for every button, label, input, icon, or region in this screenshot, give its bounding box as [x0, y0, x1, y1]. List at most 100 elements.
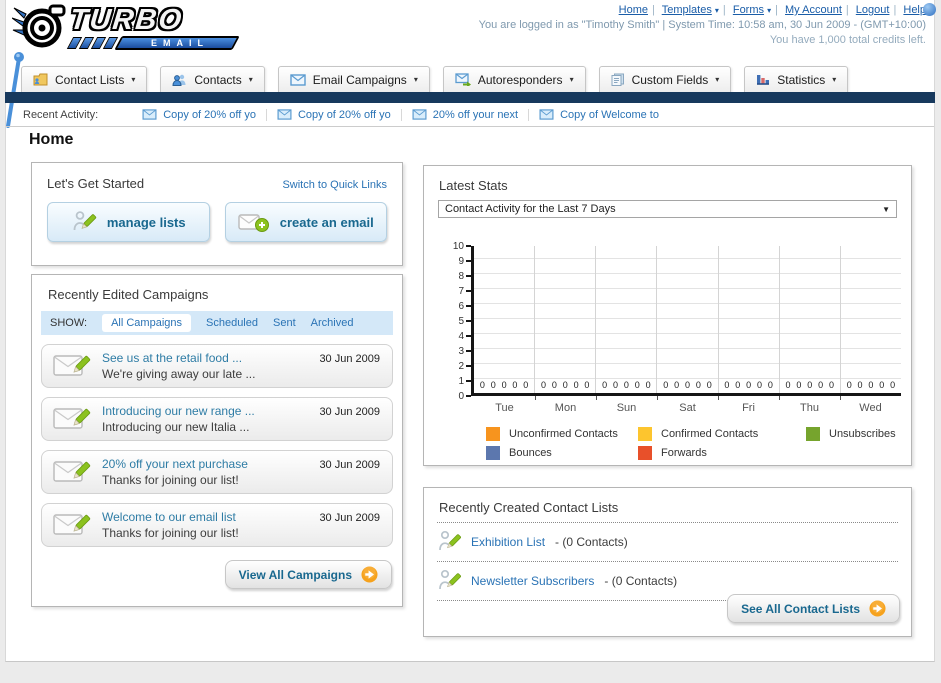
bar-value: 0	[828, 380, 834, 390]
bar-value: 0	[846, 380, 852, 390]
campaign-list-item[interactable]: See us at the retail food ... We're givi…	[41, 344, 393, 388]
nav-accent-bar	[5, 92, 935, 103]
y-axis-tick: 6	[438, 300, 471, 312]
app-logo[interactable]: TURBO EMAIL	[12, 4, 242, 58]
nav-tab-contact-lists[interactable]: Contact Lists ▾	[21, 66, 148, 93]
bar-value: 0	[501, 380, 507, 390]
campaign-list-item[interactable]: 20% off your next purchase Thanks for jo…	[41, 450, 393, 494]
nav-tab-statistics[interactable]: Statistics ▾	[744, 66, 849, 93]
link-templates[interactable]: Templates	[662, 4, 712, 16]
bar-value: 0	[540, 380, 546, 390]
tab-scheduled[interactable]: Scheduled	[206, 317, 258, 329]
bar-value: 0	[674, 380, 680, 390]
nav-tab-label: Custom Fields	[631, 72, 709, 87]
x-axis-tick	[596, 396, 597, 400]
campaign-date: 30 Jun 2009	[319, 512, 380, 524]
campaign-date: 30 Jun 2009	[319, 459, 380, 471]
recent-activity-item[interactable]: Copy of Welcome to	[528, 108, 669, 121]
bar-value: 0	[623, 380, 629, 390]
bar-value: 0	[573, 380, 579, 390]
manage-lists-button[interactable]: manage lists	[47, 202, 210, 242]
legend-swatch	[486, 427, 500, 441]
nav-tab-autoresponders[interactable]: Autoresponders ▾	[442, 66, 586, 93]
nav-tab-custom-fields[interactable]: Custom Fields ▾	[598, 66, 732, 93]
link-logout[interactable]: Logout	[856, 4, 890, 16]
bar-value-labels: 00000	[535, 380, 595, 390]
nav-tab-label: Contact Lists	[55, 72, 125, 87]
create-email-button[interactable]: create an email	[224, 202, 387, 242]
nav-tab-contacts[interactable]: Contacts ▾	[160, 66, 265, 93]
campaign-date: 30 Jun 2009	[319, 406, 380, 418]
contact-list-name[interactable]: Newsletter Subscribers	[471, 574, 594, 588]
link-my-account[interactable]: My Account	[785, 4, 842, 16]
link-separator: |	[775, 4, 778, 16]
stats-period-select[interactable]: Contact Activity for the Last 7 Days ▼	[438, 200, 897, 218]
envelope-pencil-icon	[53, 355, 91, 376]
chart-x-labels: Tue Mon Sun Sat Fri Thu Wed	[474, 402, 901, 414]
campaign-list-item[interactable]: Introducing our new range ... Introducin…	[41, 397, 393, 441]
bar-value: 0	[551, 380, 557, 390]
main-nav: Contact Lists ▾ Contacts ▾ Email Campaig…	[21, 66, 849, 93]
campaign-title[interactable]: Introducing our new range ...	[102, 403, 255, 419]
login-status-text: You are logged in as "Timothy Smith" | S…	[478, 19, 926, 31]
x-axis-label: Sun	[616, 402, 637, 414]
link-home[interactable]: Home	[619, 4, 648, 16]
person-pencil-icon	[73, 211, 97, 231]
x-axis-label: Mon	[554, 402, 577, 414]
legend-label: Bounces	[509, 447, 552, 459]
bar-value: 0	[857, 380, 863, 390]
bar-value: 0	[724, 380, 730, 390]
nav-tab-email-campaigns[interactable]: Email Campaigns ▾	[277, 66, 430, 93]
contact-list-name[interactable]: Exhibition List	[471, 535, 545, 549]
bar-value: 0	[818, 380, 824, 390]
logo-subtitle-bar: EMAIL	[114, 35, 240, 50]
legend-swatch	[638, 427, 652, 441]
bar-value: 0	[479, 380, 485, 390]
tab-archived[interactable]: Archived	[311, 317, 354, 329]
contact-list-item[interactable]: Exhibition List - (0 Contacts)	[437, 523, 898, 562]
x-axis-label: Fri	[742, 402, 755, 414]
tab-sent[interactable]: Sent	[273, 317, 296, 329]
campaign-title[interactable]: 20% off your next purchase	[102, 456, 248, 472]
legend-item: Unsubscribes	[806, 427, 911, 441]
link-forms[interactable]: Forms	[733, 4, 764, 16]
stats-period-value: Contact Activity for the Last 7 Days	[445, 203, 616, 215]
custom-fields-icon	[611, 73, 624, 86]
envelope-pencil-icon	[53, 461, 91, 482]
email-campaigns-icon	[290, 73, 306, 86]
recent-activity-item[interactable]: Copy of 20% off yo	[265, 108, 401, 121]
recent-activity-text: 20% off your next	[432, 108, 519, 121]
header-right: Home | Templates ▾ | Forms ▾ | My Account | …	[479, 4, 926, 46]
bar-value-labels: 00000	[780, 380, 840, 390]
latest-stats-panel: Latest Stats Contact Activity for the La…	[423, 165, 912, 466]
recent-activity-text: Copy of 20% off yo	[163, 108, 256, 121]
tab-all-campaigns[interactable]: All Campaigns	[102, 314, 191, 332]
person-pencil-icon	[439, 569, 461, 590]
statistics-icon	[757, 75, 770, 85]
bar-value: 0	[756, 380, 762, 390]
show-label: SHOW:	[50, 317, 88, 329]
bar-value: 0	[684, 380, 690, 390]
chevron-down-icon: ▾	[569, 75, 574, 84]
legend-item: Confirmed Contacts	[638, 427, 806, 441]
recent-activity-item[interactable]: 20% off your next	[400, 108, 528, 121]
switch-quick-links-link[interactable]: Switch to Quick Links	[282, 179, 387, 191]
chevron-down-icon: ▾	[715, 75, 720, 84]
see-all-contact-lists-button[interactable]: See All Contact Lists	[727, 594, 900, 623]
view-all-campaigns-button[interactable]: View All Campaigns	[224, 560, 392, 589]
person-pencil-icon	[439, 530, 461, 551]
campaign-subtitle: Thanks for joining our list!	[102, 526, 239, 540]
logo-subtitle: EMAIL	[151, 37, 209, 48]
campaign-list-item[interactable]: Welcome to our email list Thanks for joi…	[41, 503, 393, 547]
x-axis-label: Sat	[679, 402, 696, 414]
y-axis-tick: 4	[438, 330, 471, 342]
y-tick-mark	[466, 245, 471, 247]
bar-value-labels: 00000	[719, 380, 779, 390]
campaign-title[interactable]: See us at the retail food ...	[102, 350, 255, 366]
campaign-subtitle: Thanks for joining our list!	[102, 473, 239, 487]
chart-day-group: 00000	[596, 246, 658, 393]
y-axis-tick: 1	[438, 375, 471, 387]
recent-activity-item[interactable]: Copy of 20% off yo	[132, 109, 266, 121]
campaign-title[interactable]: Welcome to our email list	[102, 509, 239, 525]
bar-value: 0	[706, 380, 712, 390]
